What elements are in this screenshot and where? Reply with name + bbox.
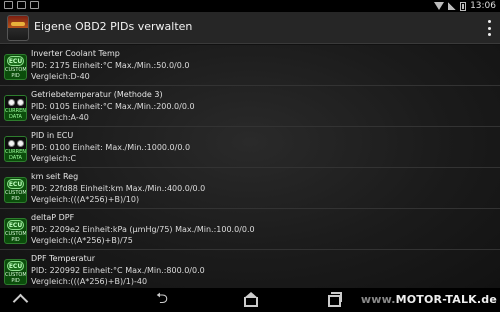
pid-formula: Vergleich:((A*256)+B)/75 (31, 236, 133, 245)
pid-name: km seit Reg (31, 172, 79, 181)
navigation-bar: ⮌ www.MOTOR-TALK.de (0, 288, 500, 312)
list-item[interactable]: ECU CUSTOM PID DPF Temperatur PID: 22099… (0, 250, 500, 288)
hide-nav-icon[interactable] (12, 292, 28, 306)
ecu-custom-pid-icon: ECU CUSTOM PID (4, 177, 27, 203)
list-item[interactable]: CURRENT DATA PID in ECU PID: 0100 Einhei… (0, 127, 500, 168)
pid-formula: Vergleich:A-40 (31, 113, 89, 122)
app-bar: Eigene OBD2 PIDs verwalten (0, 12, 500, 44)
home-icon[interactable] (242, 292, 258, 307)
current-data-icon: CURRENT DATA (4, 136, 27, 162)
pid-name: PID in ECU (31, 131, 74, 140)
pid-list[interactable]: ECU CUSTOM PID Inverter Coolant Temp PID… (0, 45, 500, 288)
pid-details: PID: 22fd88 Einheit:km Max./Min.:400.0/0… (31, 183, 206, 193)
list-item[interactable]: ECU CUSTOM PID Inverter Coolant Temp PID… (0, 45, 500, 86)
pid-details: PID: 0105 Einheit:°C Max./Min.:200.0/0.0 (31, 101, 195, 111)
notification-icon (4, 1, 13, 9)
pid-name: deltaP DPF (31, 213, 75, 222)
overflow-menu-icon[interactable] (486, 20, 492, 36)
list-item[interactable]: ECU CUSTOM PID deltaP DPF PID: 2209e2 Ei… (0, 209, 500, 250)
notification-icon (30, 1, 39, 9)
watermark: www.MOTOR-TALK.de (360, 293, 497, 306)
current-data-icon: CURRENT DATA (4, 95, 27, 121)
notification-icon (17, 1, 26, 9)
back-icon[interactable]: ⮌ (156, 291, 172, 306)
ecu-custom-pid-icon: ECU CUSTOM PID (4, 218, 27, 244)
pid-details: PID: 220992 Einheit:°C Max./Min.:800.0/0… (31, 265, 205, 275)
recent-apps-icon[interactable] (326, 292, 342, 307)
pid-formula: Vergleich:(((A*256)+B)/10) (31, 195, 140, 204)
list-item[interactable]: ECU CUSTOM PID km seit Reg PID: 22fd88 E… (0, 168, 500, 209)
app-logo-icon[interactable] (7, 15, 29, 41)
status-bar: 13:06 (0, 0, 500, 12)
pid-name: DPF Temperatur (31, 254, 96, 263)
pid-details: PID: 2175 Einheit:°C Max./Min.:50.0/0.0 (31, 60, 190, 70)
pid-details: PID: 0100 Einheit: Max./Min.:1000.0/0.0 (31, 142, 191, 152)
list-item[interactable]: CURRENT DATA Getriebetemperatur (Methode… (0, 86, 500, 127)
pid-formula: Vergleich:(((A*256)+B)/1)-40 (31, 277, 148, 286)
battery-icon (460, 1, 467, 11)
ecu-custom-pid-icon: ECU CUSTOM PID (4, 54, 27, 80)
pid-details: PID: 2209e2 Einheit:kPa (µmHg/75) Max./M… (31, 224, 255, 234)
page-title: Eigene OBD2 PIDs verwalten (34, 20, 193, 33)
status-time: 13:06 (470, 1, 496, 11)
pid-name: Getriebetemperatur (Methode 3) (31, 90, 163, 99)
pid-formula: Vergleich:D-40 (31, 72, 90, 81)
pid-name: Inverter Coolant Temp (31, 49, 120, 58)
wifi-icon (434, 2, 445, 10)
pid-formula: Vergleich:C (31, 154, 77, 163)
signal-icon (448, 2, 457, 10)
ecu-custom-pid-icon: ECU CUSTOM PID (4, 259, 27, 285)
